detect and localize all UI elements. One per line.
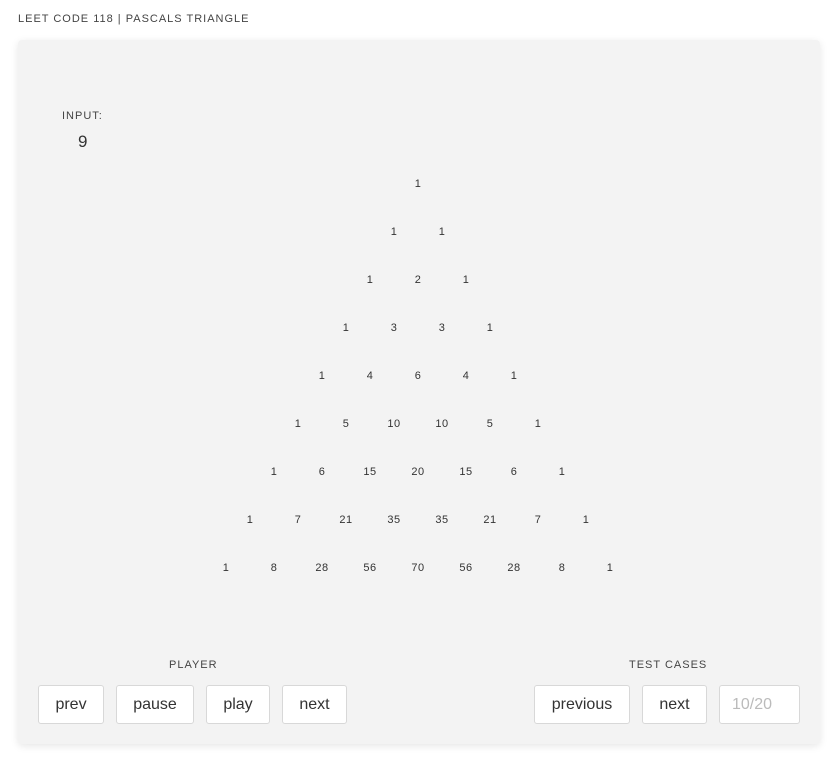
main-panel: INPUT: 9 1 1 1 1 2 1 1 3 3 1 1 4 6 4 1 1 5 10 10 5 1 1 6 15 20 15… bbox=[18, 40, 820, 744]
triangle-cell: 1 bbox=[294, 418, 302, 430]
triangle-cell: 35 bbox=[387, 514, 401, 526]
pascal-triangle: 1 1 1 1 2 1 1 3 3 1 1 4 6 4 1 1 5 10 10 5 1 1 6 15 20 15 6 1 1 7 21 35 3… bbox=[18, 40, 820, 744]
triangle-cell: 1 bbox=[534, 418, 542, 430]
triangle-cell: 1 bbox=[582, 514, 590, 526]
triangle-cell: 1 bbox=[438, 226, 446, 238]
triangle-cell: 3 bbox=[390, 322, 398, 334]
triangle-cell: 1 bbox=[390, 226, 398, 238]
triangle-cell: 15 bbox=[459, 466, 473, 478]
play-button[interactable]: play bbox=[206, 685, 270, 724]
pause-button[interactable]: pause bbox=[116, 685, 194, 724]
triangle-cell: 70 bbox=[411, 562, 425, 574]
test-case-input[interactable] bbox=[719, 685, 800, 724]
triangle-cell: 8 bbox=[558, 562, 566, 574]
triangle-cell: 1 bbox=[510, 370, 518, 382]
triangle-cell: 7 bbox=[294, 514, 302, 526]
triangle-cell: 1 bbox=[486, 322, 494, 334]
triangle-cell: 1 bbox=[606, 562, 614, 574]
triangle-cell: 3 bbox=[438, 322, 446, 334]
triangle-cell: 1 bbox=[414, 178, 422, 190]
triangle-cell: 1 bbox=[342, 322, 350, 334]
triangle-cell: 28 bbox=[315, 562, 329, 574]
triangle-cell: 56 bbox=[459, 562, 473, 574]
page-title: LEET CODE 118 | PASCALS TRIANGLE bbox=[18, 13, 250, 25]
triangle-cell: 10 bbox=[435, 418, 449, 430]
triangle-cell: 1 bbox=[222, 562, 230, 574]
next-test-case-button[interactable]: next bbox=[642, 685, 707, 724]
triangle-cell: 56 bbox=[363, 562, 377, 574]
next-button[interactable]: next bbox=[282, 685, 347, 724]
triangle-cell: 4 bbox=[366, 370, 374, 382]
triangle-cell: 28 bbox=[507, 562, 521, 574]
prev-button[interactable]: prev bbox=[38, 685, 104, 724]
triangle-cell: 5 bbox=[486, 418, 494, 430]
previous-test-case-button[interactable]: previous bbox=[534, 685, 630, 724]
triangle-cell: 2 bbox=[414, 274, 422, 286]
triangle-cell: 1 bbox=[270, 466, 278, 478]
triangle-cell: 6 bbox=[510, 466, 518, 478]
triangle-cell: 1 bbox=[462, 274, 470, 286]
triangle-cell: 8 bbox=[270, 562, 278, 574]
triangle-cell: 21 bbox=[483, 514, 497, 526]
triangle-cell: 1 bbox=[318, 370, 326, 382]
triangle-cell: 6 bbox=[414, 370, 422, 382]
triangle-cell: 21 bbox=[339, 514, 353, 526]
triangle-cell: 35 bbox=[435, 514, 449, 526]
triangle-cell: 20 bbox=[411, 466, 425, 478]
triangle-cell: 1 bbox=[366, 274, 374, 286]
triangle-cell: 5 bbox=[342, 418, 350, 430]
triangle-cell: 10 bbox=[387, 418, 401, 430]
test-cases-label: TEST CASES bbox=[629, 659, 708, 671]
triangle-cell: 7 bbox=[534, 514, 542, 526]
player-label: PLAYER bbox=[169, 659, 218, 671]
triangle-cell: 4 bbox=[462, 370, 470, 382]
triangle-cell: 6 bbox=[318, 466, 326, 478]
triangle-cell: 15 bbox=[363, 466, 377, 478]
triangle-cell: 1 bbox=[558, 466, 566, 478]
triangle-cell: 1 bbox=[246, 514, 254, 526]
